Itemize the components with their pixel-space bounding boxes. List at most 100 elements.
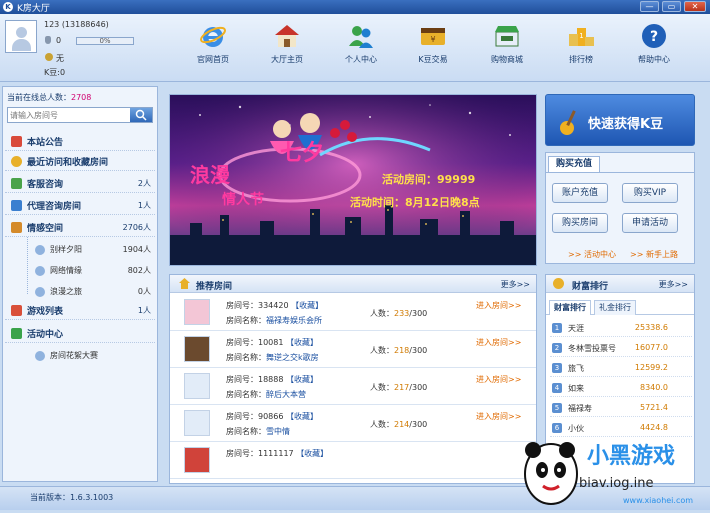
nav-item-recent-rooms[interactable]: 最近访问和收藏房间 [5,152,155,171]
minimize-button[interactable]: — [640,1,659,12]
favorite-link[interactable]: 【收藏】 [286,412,318,421]
room-category-sunset[interactable]: 别样夕阳 1904人 [23,240,155,259]
nav-item-activity-center[interactable]: 活动中心 [5,324,155,343]
room-search-box [7,107,153,123]
room-name-line: 房间名称：醉后大本营 [226,390,306,399]
tab-gift-ranking[interactable]: 礼金排行 [594,300,636,315]
room-category-net-love[interactable]: 网络情缘 802人 [23,261,155,280]
nav-ranking-button[interactable]: 1 排行榜 [551,22,611,65]
enter-room-link[interactable]: 进入房间>> [476,300,521,311]
ranking-row[interactable]: 5 福禄寿 5721.4 [550,399,692,417]
wealth-tabs: 财富排行 礼金排行 [546,297,694,315]
room-thumbnail [184,410,210,436]
mic-value: 0 [56,36,62,45]
wealth-more-link[interactable]: 更多>> [659,279,688,290]
room-row[interactable]: 房间号：1111117 【收藏】 [170,442,536,479]
favorite-link[interactable]: 【收藏】 [286,338,318,347]
ranking-row[interactable]: 2 冬林雪投票号 16077.0 [550,339,692,357]
recommended-rooms-panel: 推荐房间 更多>> 房间号：334420 【收藏】 房间名称：福禄寿娱乐会所 人数：… [169,274,537,484]
kdou-label: K豆:0 [44,68,66,77]
rank-badge: 2 [552,343,562,353]
ranking-value: 4424.8 [640,423,668,432]
rank-badge: 3 [552,363,562,373]
account-recharge-button[interactable]: 账户充值 [552,183,608,203]
window-title: K房大厅 [17,3,50,14]
online-count: 2708 [71,93,92,102]
room-row[interactable]: 房间号：18888 【收藏】 房间名称：醉后大本营 人数：217/300 进入房间>> [170,368,536,405]
nav-profile-button[interactable]: 个人中心 [331,22,391,65]
room-row[interactable]: 房间号：90866 【收藏】 房间名称：雪中情 人数：214/300 进入房间>> [170,405,536,442]
coin-label: 无 [56,54,64,63]
rooms-title: 推荐房间 [196,282,233,292]
favorite-link[interactable]: 【收藏】 [296,449,328,458]
ranking-user-name: 旅飞 [568,364,584,373]
buy-vip-button[interactable]: 购买VIP [622,183,678,203]
user-avatar[interactable] [5,20,37,53]
svg-text:1: 1 [579,32,583,40]
ranking-row[interactable]: 1 天涯 25338.6 [550,319,692,337]
apply-activity-button[interactable]: 申请活动 [622,213,678,233]
activity-icon [11,327,22,339]
ranking-row[interactable]: 4 如来 8340.0 [550,379,692,397]
room-people-count: 人数：233/300 [370,309,428,318]
ranking-row[interactable]: 6 小伙 4424.8 [550,419,692,437]
nav-item-customer-service[interactable]: 客服咨询 2人 [5,174,155,193]
nav-help-label: 帮助中心 [638,55,670,64]
nav-item-agent-rooms[interactable]: 代理咨询房间 1人 [5,196,155,215]
home-icon [11,199,22,211]
rooms-more-link[interactable]: 更多>> [501,279,530,290]
room-name-line: 房间名称：雪中情 [226,427,290,436]
announcement-icon [11,135,22,147]
qixi-banner[interactable]: 浪漫 七夕 情人节 活动房间：99999 活动时间：8月12日晚8点 [169,94,537,266]
rank-badge: 4 [552,383,562,393]
maximize-button[interactable]: ▭ [662,1,681,12]
ranking-value: 5721.4 [640,403,668,412]
quick-get-kdou-button[interactable]: 快速获得K豆 [545,94,695,146]
nav-kdou-trade-label: K豆交易 [418,55,448,64]
progress-text: 0% [99,37,111,45]
activity-room-contest[interactable]: 房间花絮大赛 [23,346,155,365]
favorite-link[interactable]: 【收藏】 [286,375,318,384]
banner-time-line: 活动时间：8月12日晚8点 [350,196,480,209]
activity-center-link[interactable]: >> 活动中心 [568,249,616,260]
ranking-user-name: 冬林雪投票号 [568,344,616,353]
nav-help-button[interactable]: ? 帮助中心 [624,22,684,65]
microphone-icon [45,36,51,44]
newbie-guide-link[interactable]: >> 新手上路 [630,249,678,260]
room-row[interactable]: 房间号：10081 【收藏】 房间名称：舞逆之交k歌房 人数：218/300 进入房间… [170,331,536,368]
enter-room-link[interactable]: 进入房间>> [476,374,521,385]
nav-item-game-list[interactable]: 游戏列表 1人 [5,301,155,320]
room-people-count: 人数：218/300 [370,346,428,355]
nav-home-button[interactable]: 官网首页 [183,22,243,65]
recharge-tab[interactable]: 购买充值 [548,156,600,172]
rank-badge: 5 [552,403,562,413]
room-search-input[interactable] [10,109,128,121]
close-button[interactable]: ✕ [684,1,706,12]
room-people-count: 人数：217/300 [370,383,428,392]
tab-divider [546,172,694,173]
wallet-icon: ¥ [419,22,447,50]
room-number-line: 房间号：90866 【收藏】 [226,412,318,421]
room-category-romance[interactable]: 浪漫之旅 0人 [23,282,155,301]
ranking-row[interactable]: 3 旅飞 12599.2 [550,359,692,377]
nav-lobby-button[interactable]: 大厅主页 [257,22,317,65]
room-row[interactable]: 房间号：334420 【收藏】 房间名称：福禄寿娱乐会所 人数：233/300 进入房… [170,294,536,331]
room-number-line: 房间号：1111117 【收藏】 [226,449,329,458]
enter-room-link[interactable]: 进入房间>> [476,411,521,422]
search-button[interactable] [130,108,152,122]
tab-wealth-ranking[interactable]: 财富排行 [549,300,591,315]
buy-room-button[interactable]: 购买房间 [552,213,608,233]
enter-room-link[interactable]: 进入房间>> [476,337,521,348]
level-progress: 0% [76,37,134,45]
nav-item-emotion-space[interactable]: 情感空间 2706人 [5,218,155,237]
rank-badge: 1 [552,323,562,333]
nav-home-label: 官网首页 [197,55,229,64]
user-id: 123 (13188646) [44,20,109,29]
nav-shop-button[interactable]: 购物商城 [477,22,537,65]
favorite-link[interactable]: 【收藏】 [291,301,323,310]
nav-kdou-trade-button[interactable]: ¥ K豆交易 [403,22,463,65]
ranking-user-name: 福禄寿 [568,404,592,413]
room-icon [35,350,45,361]
nav-profile-label: 个人中心 [345,55,377,64]
nav-item-announcement[interactable]: 本站公告 [5,132,155,151]
